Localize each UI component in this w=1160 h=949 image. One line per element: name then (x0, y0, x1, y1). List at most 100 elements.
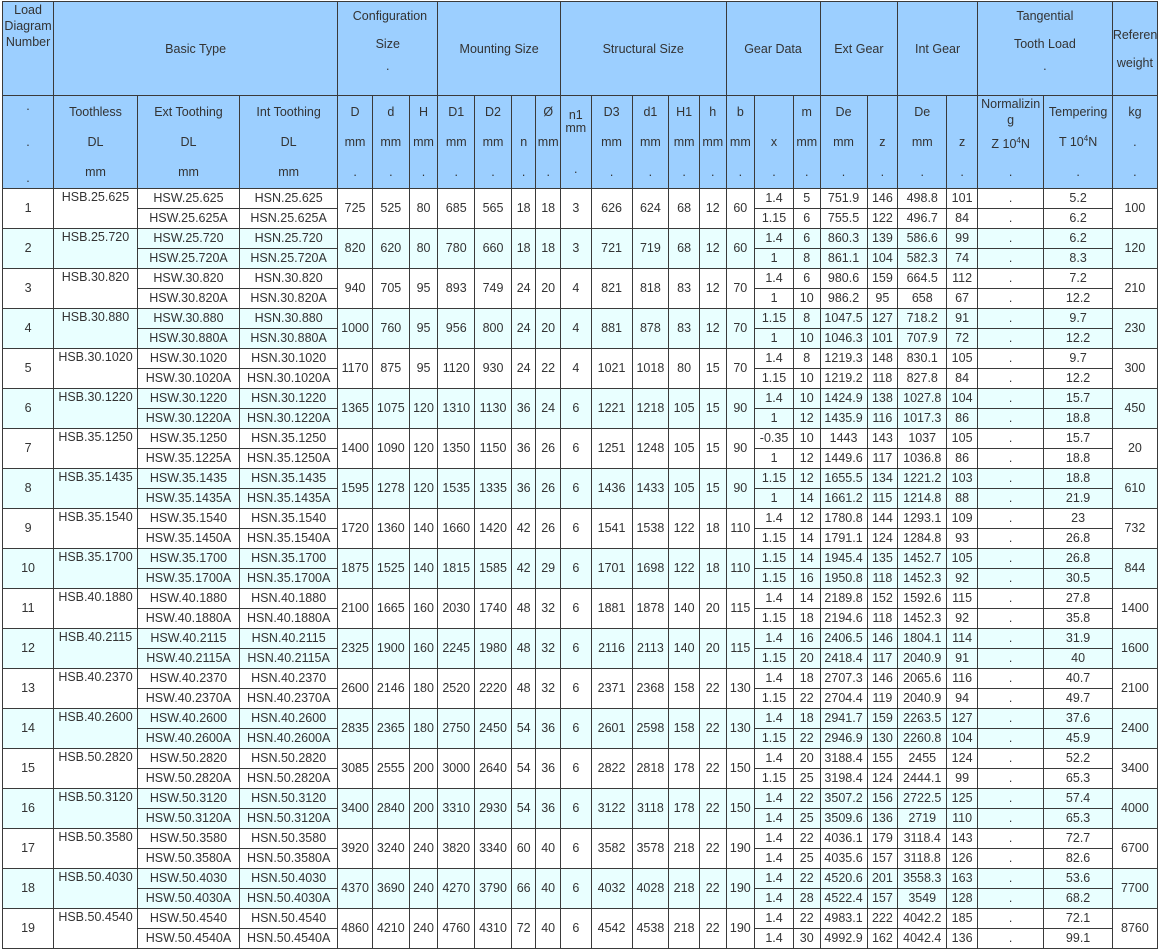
dot: . (880, 165, 885, 179)
table-row: 5 HSB.30.1020 HSW.30.1020 HSN.30.1020 1170 87… (1, 348, 1159, 389)
cell-D3: 821 (590, 268, 633, 309)
cell-temp: 23 (1043, 508, 1113, 529)
dot: . (738, 165, 743, 179)
cell-D: 725 (337, 188, 373, 229)
cell-no: 4 (1, 308, 55, 349)
cell-D2: 2450 (474, 708, 512, 749)
cell-no: 17 (1, 828, 55, 869)
header-configuration-size: Configuration Size . (337, 1, 439, 96)
cell-norm: . (976, 468, 1045, 489)
cell-norm: . (976, 688, 1045, 709)
cell-D: 1875 (337, 548, 373, 589)
cell-b: 70 (725, 348, 756, 389)
cell-d1: 3118 (631, 788, 670, 829)
cell-m: 12 (792, 468, 821, 489)
header-dot-col: ... (1, 95, 55, 189)
cell-ext-toothing: HSW.40.2370A (136, 688, 241, 709)
cell-phi: 36 (535, 708, 561, 749)
unit-newton: N (1020, 137, 1030, 151)
cell-zi: 185 (946, 908, 978, 929)
cell-kg: 7700 (1111, 868, 1159, 909)
cell-x: 1 (754, 488, 794, 509)
cell-ext-toothing: HSW.35.1225A (136, 448, 241, 469)
cell-norm: . (976, 248, 1045, 269)
cell-zi: 126 (946, 848, 978, 869)
cell-zi: 94 (946, 688, 978, 709)
cell-H: 160 (408, 588, 439, 629)
cell-x: 1 (754, 328, 794, 349)
cell-De: 1424.9 (819, 388, 868, 409)
cell-kg: 3400 (1111, 748, 1159, 789)
dot: . (609, 165, 614, 179)
mm-label: mm (729, 135, 751, 149)
ext-toothing-label: Ext Toothing (154, 105, 223, 119)
cell-x: 1.4 (754, 668, 794, 689)
cell-toothless: HSB.40.1880 (53, 588, 138, 629)
cell-b: 115 (725, 588, 756, 629)
cell-kg: 230 (1111, 308, 1159, 349)
cell-H1: 158 (668, 668, 700, 709)
cell-h: 22 (698, 668, 727, 709)
cell-int-toothing: HSN.50.4540A (239, 928, 339, 949)
dot: . (26, 171, 30, 185)
cell-kg: 120 (1111, 228, 1159, 269)
mm-label: mm (601, 135, 622, 149)
configuration-size-label: Configuration Size (352, 9, 428, 51)
mm-label: mm (673, 135, 695, 149)
d-label: d (387, 105, 395, 119)
cell-kg: 1600 (1111, 628, 1159, 669)
cell-zi: 93 (946, 528, 978, 549)
cell-ext-toothing: HSW.35.1540 (136, 508, 241, 529)
cell-De: 1661.2 (819, 488, 868, 509)
cell-Dei: 830.1 (897, 348, 948, 369)
cell-d: 705 (371, 268, 410, 309)
cell-d1: 1538 (631, 508, 670, 549)
cell-x: 1.15 (754, 308, 794, 329)
cell-zi: 84 (946, 368, 978, 389)
table-row: 2 HSB.25.720 HSW.25.720 HSN.25.720 820 620 80 7… (1, 228, 1159, 269)
cell-m: 6 (792, 208, 821, 229)
cell-n1: 4 (559, 268, 592, 309)
cell-phi: 40 (535, 828, 561, 869)
cell-ext-toothing: HSW.40.2115 (136, 628, 241, 649)
normalizing-unit: Z 104N (978, 136, 1042, 152)
cell-zi: 136 (946, 928, 978, 949)
cell-b: 130 (725, 708, 756, 749)
cell-Dei: 4042.4 (897, 928, 948, 949)
cell-x: 1.15 (754, 688, 794, 709)
mm-label: mm (445, 135, 467, 149)
cell-D3: 1021 (590, 348, 633, 389)
cell-De: 1945.4 (819, 548, 868, 569)
cell-zi: 127 (946, 708, 978, 729)
dot: . (574, 162, 578, 176)
table-body: 1 HSB.25.625 HSW.25.625 HSN.25.625 725 525 80 6… (1, 188, 1159, 949)
cell-norm: . (976, 348, 1045, 369)
header-gear-data: Gear Data (725, 1, 821, 96)
cell-z: 156 (866, 788, 899, 809)
cell-h: 15 (698, 468, 727, 509)
mm-label: mm (911, 135, 933, 149)
table-row: 6 HSB.30.1220 HSW.30.1220 HSN.30.1220 1365 10… (1, 388, 1159, 429)
dot: . (805, 165, 809, 179)
cell-no: 16 (1, 788, 55, 829)
header-n1: n1 mm. (559, 95, 592, 189)
cell-D1: 956 (437, 308, 476, 349)
cell-Dei: 2040.9 (897, 688, 948, 709)
cell-H1: 68 (668, 228, 700, 269)
cell-d1: 1433 (631, 468, 670, 509)
cell-m: 22 (792, 688, 821, 709)
dot: . (26, 135, 30, 149)
cell-kg: 732 (1111, 508, 1159, 549)
cell-D: 2325 (337, 628, 373, 669)
cell-De: 1655.5 (819, 468, 868, 489)
cell-toothless: HSB.50.3120 (53, 788, 138, 829)
cell-temp: 18.8 (1043, 448, 1113, 469)
cell-b: 90 (725, 388, 756, 429)
cell-m: 8 (792, 308, 821, 329)
cell-ext-toothing: HSW.30.820A (136, 288, 241, 309)
cell-int-toothing: HSN.50.3580A (239, 848, 339, 869)
cell-ext-toothing: HSW.40.1880A (136, 608, 241, 629)
cell-D2: 1335 (474, 468, 512, 509)
cell-D3: 3582 (590, 828, 633, 869)
cell-D1: 4270 (437, 868, 476, 909)
